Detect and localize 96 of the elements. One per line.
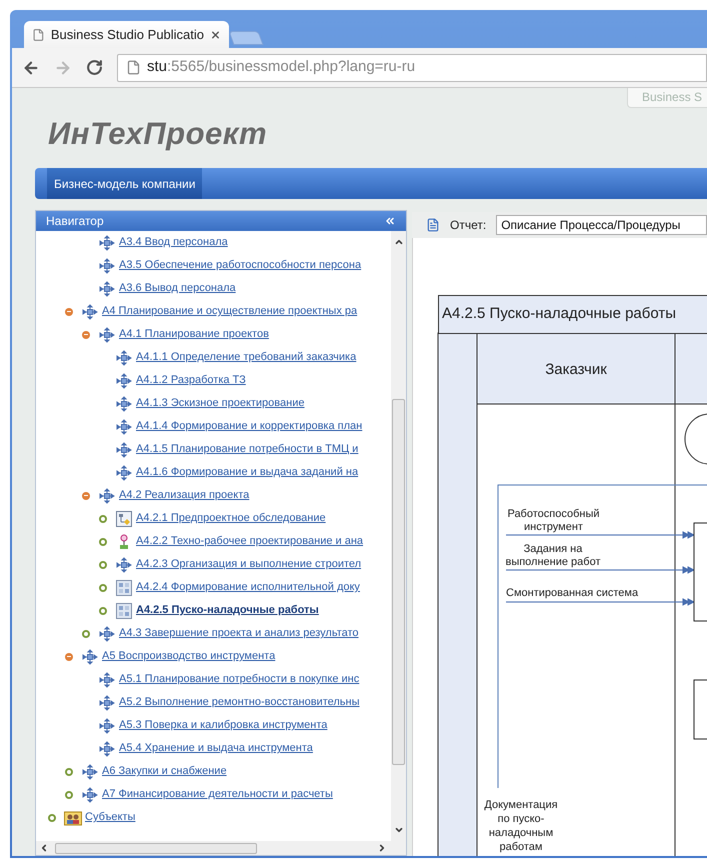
flowchart-icon [116,510,132,526]
cross-arrows-icon [116,556,132,572]
cross-arrows-icon [116,418,132,434]
tree-item-link[interactable]: А5.1 Планирование потребности в покупке инс [119,671,360,688]
tree-item-link[interactable]: А4 Планирование и осуществление проектных ра [102,303,358,320]
lane-name: Заказчик [544,360,608,380]
cross-arrows-icon [82,764,98,780]
flow-label: Смонтированная система [506,587,638,600]
forward-icon[interactable] [54,58,72,76]
cross-arrows-icon [116,372,132,388]
expand-toggle[interactable] [99,538,107,546]
tree-item-link[interactable]: А6 Закупки и снабжение [102,763,227,780]
horizontal-scrollbar[interactable] [36,841,406,855]
page-icon [126,60,141,75]
cross-arrows-icon [99,280,115,296]
scroll-down-icon[interactable] [394,825,404,835]
expand-toggle[interactable] [48,814,56,822]
tree-item-link[interactable]: А4.2.5 Пуско-наладочные работы [136,602,319,619]
cross-arrows-icon [82,786,98,802]
collapse-toggle[interactable] [65,308,73,316]
page-icon [32,28,45,42]
cross-arrows-icon [99,234,115,250]
cross-arrows-icon [116,442,132,458]
cross-arrows-icon [99,672,115,688]
tree-item-link[interactable]: А4.1.5 Планирование потребности в ТМЦ и [136,441,358,458]
table-icon [116,580,132,596]
url-text: stu:5565/businessmodel.php?lang=ru-ru [147,57,416,78]
tree-item-link[interactable]: А5.4 Хранение и выдача инструмента [119,740,313,757]
cross-arrows-icon [99,626,115,642]
expand-toggle[interactable] [65,768,73,776]
people-icon [64,810,82,826]
tree-item-link[interactable]: А4.1.3 Эскизное проектирование [136,395,304,412]
tree-item-link[interactable]: А4.2.2 Техно-рабочее проектирование и ана [136,533,364,550]
cross-arrows-icon [116,464,132,480]
cross-arrows-icon [99,326,115,342]
navigator-title: Навигатор [46,213,104,230]
address-field[interactable]: stu:5565/businessmodel.php?lang=ru-ru [117,54,707,82]
cross-arrows-icon [99,694,115,710]
tree-item-link[interactable]: А5.2 Выполнение ремонтно-восстановительны [119,694,360,711]
node-icon [119,534,129,550]
collapse-toggle[interactable] [82,492,90,500]
expand-toggle[interactable] [99,606,107,614]
scroll-thumb[interactable] [392,399,405,765]
tree-item-link[interactable]: Субъекты [85,809,136,826]
expand-toggle[interactable] [82,630,90,638]
scroll-thumb[interactable] [55,842,257,854]
document-label: Документация по пуско-наладочным работам [483,798,559,854]
scroll-up-icon[interactable] [394,237,404,247]
vertical-scrollbar[interactable] [391,231,406,841]
back-icon[interactable] [22,58,40,76]
cross-arrows-icon [99,740,115,756]
tree-item-link[interactable]: А4.1 Планирование проектов [119,326,269,343]
tree-item-link[interactable]: А3.6 Вывод персонала [119,280,236,297]
menu-tab[interactable]: Бизнес-модель компании [47,168,202,199]
flow-label: Работоспособный инструмент [506,508,601,534]
scroll-right-icon[interactable] [377,843,387,853]
expand-toggle[interactable] [99,560,107,568]
tree-item-link[interactable]: А3.4 Ввод персонала [119,234,228,251]
browser-tab[interactable]: Business Studio Publicatio [24,21,229,48]
reload-icon[interactable] [86,59,103,76]
table-icon [116,602,132,618]
report-label: Отчет: [450,217,486,234]
tree-item-link[interactable]: А4.2.4 Формирование исполнительной доку [136,579,360,596]
collapse-panel-icon[interactable] [384,215,396,227]
tree-item-link[interactable]: А4.3 Завершение проекта и анализ результато [119,625,359,642]
tab-title: Business Studio Publicatio [50,26,204,44]
document-icon [426,218,440,232]
tree-item-link[interactable]: А4.1.1 Определение требований заказчика [136,349,356,366]
tree-item-link[interactable]: А5.3 Поверка и калибровка инструмента [119,717,328,734]
tree-item-link[interactable]: А4.2.3 Организация и выполнение строител [136,556,362,573]
tree-item-link[interactable]: А4.2 Реализация проекта [119,487,250,504]
tree-item-link[interactable]: А4.2.1 Предпроектное обследование [136,510,326,527]
tree-item-link[interactable]: А4.1.6 Формирование и выдача заданий на [136,464,358,481]
cross-arrows-icon [99,718,115,734]
tree-item-link[interactable]: А4.1.2 Разработка ТЗ [136,372,246,389]
cross-arrows-icon [99,488,115,504]
new-tab-button[interactable] [228,31,264,45]
tree-item-link[interactable]: А7 Финансирование деятельности и расчеты [102,786,333,803]
flow-label: Задания на выполнение работ [504,543,602,569]
tree-item-link[interactable]: А4.1.4 Формирование и корректировка план [136,418,362,435]
cross-arrows-icon [116,396,132,412]
cross-arrows-icon [82,648,98,664]
expand-toggle[interactable] [99,584,107,592]
tree-item-link[interactable]: А3.5 Обеспечение работоспособности персона [119,257,362,274]
cross-arrows-icon [99,258,115,274]
expand-toggle[interactable] [99,514,107,522]
tree-item-link[interactable]: А5 Воспроизводство инструмента [102,648,276,665]
collapse-toggle[interactable] [82,330,90,338]
company-logo: ИнТехПроект [48,115,268,153]
expand-toggle[interactable] [65,790,73,798]
report-select[interactable]: Описание Процесса/Процедуры [496,215,707,235]
cross-arrows-icon [82,304,98,320]
cross-arrows-icon [116,350,132,366]
close-icon[interactable] [210,28,221,40]
scroll-left-icon[interactable] [39,843,49,853]
collapse-toggle[interactable] [65,652,73,660]
